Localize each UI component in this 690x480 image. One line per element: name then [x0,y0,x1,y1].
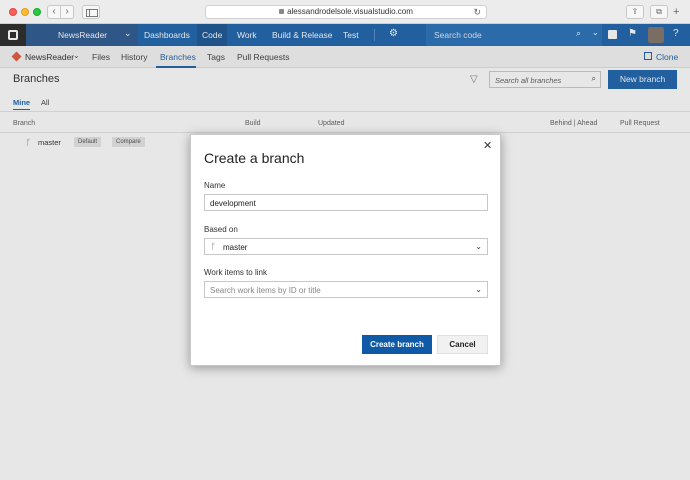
work-items-label: Work items to link [204,268,267,277]
work-items-placeholder: Search work items by ID or title [210,286,321,295]
dialog-title: Create a branch [204,150,305,166]
lock-icon [279,9,285,14]
minimize-window-button[interactable] [21,8,29,16]
chevron-down-icon[interactable]: ⌄ [475,285,482,294]
branch-icon: ᚴ [211,242,216,251]
based-on-value: master [223,243,248,252]
branch-name-value: development [210,199,256,208]
tabs-overview-icon[interactable]: ⧉ [650,5,668,19]
work-items-search[interactable]: Search work items by ID or title ⌄ [204,281,488,298]
share-icon[interactable]: ⇪ [626,5,644,19]
close-icon[interactable]: ✕ [483,139,492,152]
sidebar-toggle-icon[interactable] [82,5,100,19]
address-text: alessandrodelsole.visualstudio.com [287,7,413,16]
browser-titlebar: ‹ › alessandrodelsole.visualstudio.com ↻… [0,0,690,24]
zoom-window-button[interactable] [33,8,41,16]
back-button[interactable]: ‹ [47,5,61,19]
branch-name-field[interactable]: development [204,194,488,211]
based-on-label: Based on [204,225,238,234]
based-on-dropdown[interactable]: ᚴ master ⌄ [204,238,488,255]
chevron-down-icon[interactable]: ⌄ [475,242,482,251]
cancel-button[interactable]: Cancel [437,335,488,354]
address-bar[interactable]: alessandrodelsole.visualstudio.com ↻ [205,5,487,19]
new-tab-icon[interactable]: + [673,6,679,18]
reload-icon[interactable]: ↻ [473,6,481,18]
name-label: Name [204,181,226,190]
forward-button[interactable]: › [60,5,74,19]
close-window-button[interactable] [9,8,17,16]
create-branch-dialog: Create a branch ✕ Name development Based… [190,134,501,366]
create-branch-button[interactable]: Create branch [362,335,432,354]
